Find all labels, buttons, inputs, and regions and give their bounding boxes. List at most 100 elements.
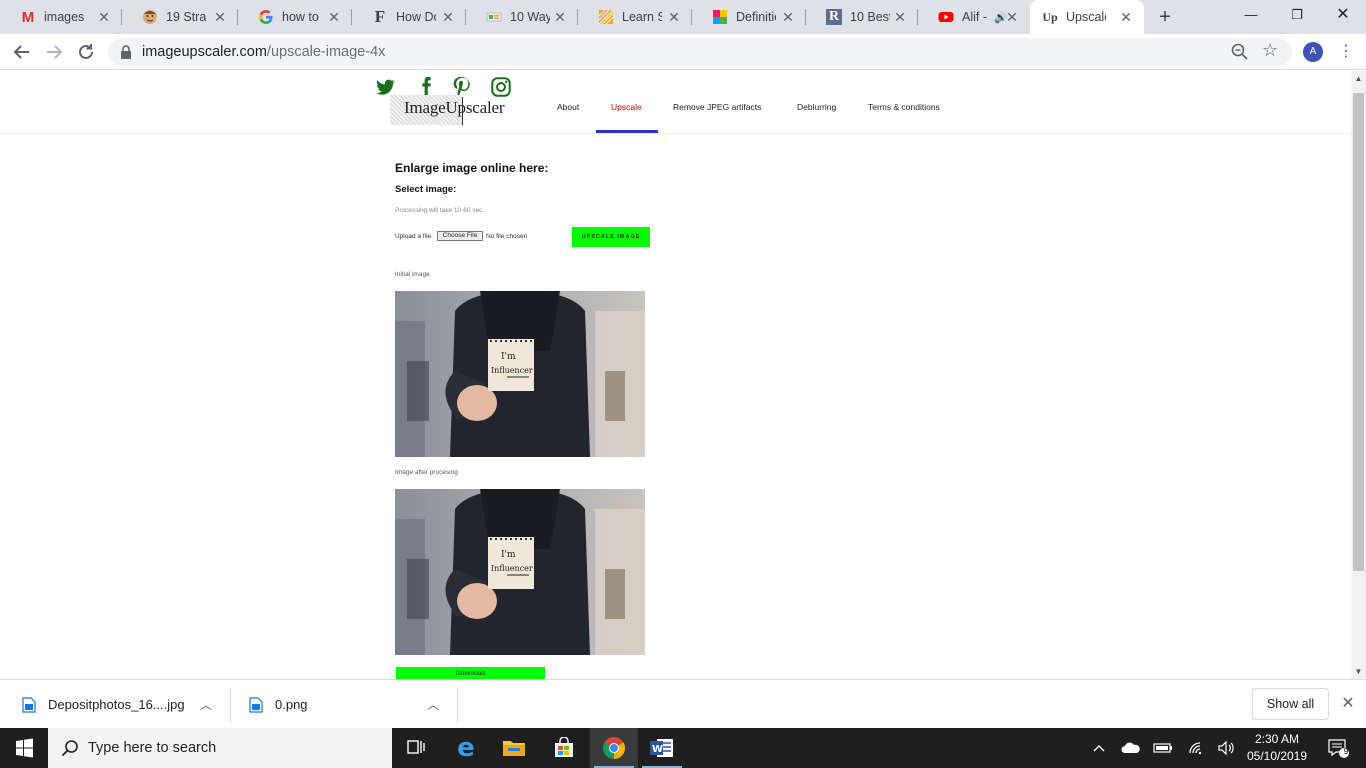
- tab-5[interactable]: 10 Ways ✕: [466, 0, 578, 34]
- scrollbar-thumb[interactable]: [1353, 93, 1364, 571]
- url-text: imageupscaler.com/upscale-image-4x: [142, 44, 386, 60]
- reload-button[interactable]: [74, 40, 98, 64]
- page-heading: Enlarge image online here:: [395, 161, 549, 175]
- gmail-icon: M: [21, 8, 35, 26]
- onedrive-icon[interactable]: [1118, 728, 1144, 768]
- downloads-shelf: Depositphotos_16....jpg ︿ 0.png ︿ Show a…: [0, 679, 1366, 728]
- face-icon: [142, 9, 158, 25]
- image-file-icon: [22, 696, 36, 713]
- tab-strip: M images fo ✕ 19 Strate ✕ how to b ✕ F H…: [0, 0, 1366, 34]
- tab-4[interactable]: F How Do Y ✕: [352, 0, 466, 34]
- initial-image-caption: Initial image: [395, 271, 430, 278]
- forward-button[interactable]: [42, 40, 66, 64]
- windows-taskbar: Type here to search e W 2:30 AM 05/10/20…: [0, 728, 1366, 768]
- youtube-icon: [938, 9, 954, 25]
- nav-about[interactable]: About: [557, 102, 579, 112]
- close-tab-icon[interactable]: ✕: [440, 9, 456, 25]
- flag-icon: [486, 9, 502, 25]
- task-view-icon[interactable]: [392, 728, 440, 768]
- logo-text: ImageUpscaler: [404, 98, 505, 117]
- back-button[interactable]: [10, 40, 34, 64]
- close-tab-icon[interactable]: ✕: [552, 9, 568, 25]
- address-bar[interactable]: imageupscaler.com/upscale-image-4x ☆: [108, 38, 1292, 66]
- notifications-icon[interactable]: 9: [1318, 728, 1358, 768]
- download-item[interactable]: 0.png ︿: [231, 680, 457, 729]
- edge-icon[interactable]: e: [442, 728, 490, 768]
- minimize-button[interactable]: —: [1228, 0, 1274, 30]
- tab-2[interactable]: 19 Strate ✕: [122, 0, 238, 34]
- photo-note-line1: I'm: [501, 550, 516, 560]
- close-tab-icon[interactable]: ✕: [666, 9, 682, 25]
- new-tab-button[interactable]: +: [1154, 6, 1176, 28]
- tab-6[interactable]: Learn Syn ✕: [578, 0, 692, 34]
- tab-9[interactable]: Alif - 🔊 ✕: [918, 0, 1030, 34]
- nav-deblurring[interactable]: Deblurring: [797, 102, 836, 112]
- bookmark-star-icon[interactable]: ☆: [1262, 40, 1278, 61]
- nav-remove-jpeg-artifacts[interactable]: Remove JPEG artifacts: [673, 102, 761, 112]
- close-tab-icon[interactable]: ✕: [326, 9, 342, 25]
- sun-icon: [598, 9, 614, 25]
- browser-menu-icon[interactable]: ⋮: [1338, 40, 1354, 64]
- download-item[interactable]: Depositphotos_16....jpg ︿: [0, 680, 230, 729]
- notification-count: 9: [1343, 747, 1349, 756]
- nav-upscale[interactable]: Upscale: [611, 102, 642, 112]
- tab-7[interactable]: Definition ✕: [692, 0, 806, 34]
- site-logo[interactable]: ImageUpscaler: [390, 93, 520, 127]
- active-nav-indicator: [596, 130, 658, 133]
- initial-image: I'm Influencer: [395, 291, 645, 457]
- image-file-icon: [249, 696, 263, 713]
- lock-icon: [120, 44, 132, 60]
- after-image-caption: Image after procesing: [395, 469, 458, 476]
- wifi-icon[interactable]: [1184, 728, 1210, 768]
- close-tab-icon[interactable]: ✕: [892, 9, 908, 25]
- restore-button[interactable]: ❐: [1274, 0, 1320, 30]
- search-icon: [60, 738, 80, 763]
- taskbar-search-box[interactable]: Type here to search: [48, 728, 392, 768]
- download-filename: 0.png: [275, 697, 308, 712]
- show-hidden-icons[interactable]: [1088, 728, 1110, 768]
- upscale-image-button[interactable]: UPSCALE IMAGE: [572, 227, 650, 247]
- clock-time: 2:30 AM: [1254, 732, 1300, 746]
- show-all-downloads-button[interactable]: Show all: [1252, 688, 1329, 720]
- tiles-icon: [712, 9, 728, 25]
- file-explorer-icon[interactable]: [490, 728, 538, 768]
- processed-image: I'm Influencer: [395, 489, 645, 655]
- close-window-button[interactable]: ✕: [1320, 0, 1366, 30]
- up-icon: Up: [1042, 9, 1058, 24]
- close-tab-icon[interactable]: ✕: [1004, 9, 1020, 25]
- battery-icon[interactable]: [1150, 728, 1176, 768]
- tab-3[interactable]: how to b ✕: [238, 0, 352, 34]
- photo-note-line2: Influencer: [491, 564, 533, 573]
- close-tab-icon[interactable]: ✕: [212, 9, 228, 25]
- chevron-up-icon[interactable]: ︿: [427, 696, 439, 713]
- tab-1[interactable]: M images fo ✕: [0, 0, 122, 34]
- close-tab-icon[interactable]: ✕: [780, 9, 796, 25]
- browser-toolbar: imageupscaler.com/upscale-image-4x ☆ A ⋮: [0, 34, 1366, 70]
- profile-avatar[interactable]: A: [1303, 42, 1323, 62]
- download-button[interactable]: Download: [396, 667, 545, 679]
- site-header: ImageUpscaler About Upscale Remove JPEG …: [0, 71, 1351, 134]
- tab-8[interactable]: R 10 Best E ✕: [806, 0, 918, 34]
- upload-label: Upload a file:: [395, 233, 433, 240]
- clock-date: 05/10/2019: [1246, 749, 1308, 763]
- select-image-label: Select image:: [395, 184, 457, 195]
- scroll-down-arrow[interactable]: ▼: [1351, 664, 1366, 679]
- photo-note-line1: I'm: [501, 352, 516, 362]
- tab-10-active[interactable]: Up Upscale ✕: [1030, 0, 1144, 34]
- volume-icon[interactable]: [1214, 728, 1240, 768]
- word-icon[interactable]: W: [638, 728, 686, 768]
- scroll-up-arrow[interactable]: ▲: [1351, 71, 1366, 86]
- nav-terms[interactable]: Terms & conditions: [868, 102, 940, 112]
- zoom-icon[interactable]: [1230, 42, 1250, 62]
- windows-start-icon[interactable]: [0, 728, 48, 768]
- taskbar-clock[interactable]: 2:30 AM 05/10/2019: [1244, 731, 1310, 765]
- page-scrollbar[interactable]: ▲ ▼: [1351, 71, 1366, 679]
- store-icon[interactable]: [540, 728, 588, 768]
- close-tab-icon[interactable]: ✕: [96, 9, 112, 25]
- chevron-up-icon[interactable]: ︿: [200, 696, 212, 713]
- page-viewport: ImageUpscaler About Upscale Remove JPEG …: [0, 71, 1351, 679]
- close-tab-icon[interactable]: ✕: [1118, 9, 1134, 25]
- choose-file-button[interactable]: Choose File: [437, 231, 483, 241]
- chrome-icon[interactable]: [590, 728, 638, 768]
- close-shelf-icon[interactable]: ✕: [1340, 694, 1356, 714]
